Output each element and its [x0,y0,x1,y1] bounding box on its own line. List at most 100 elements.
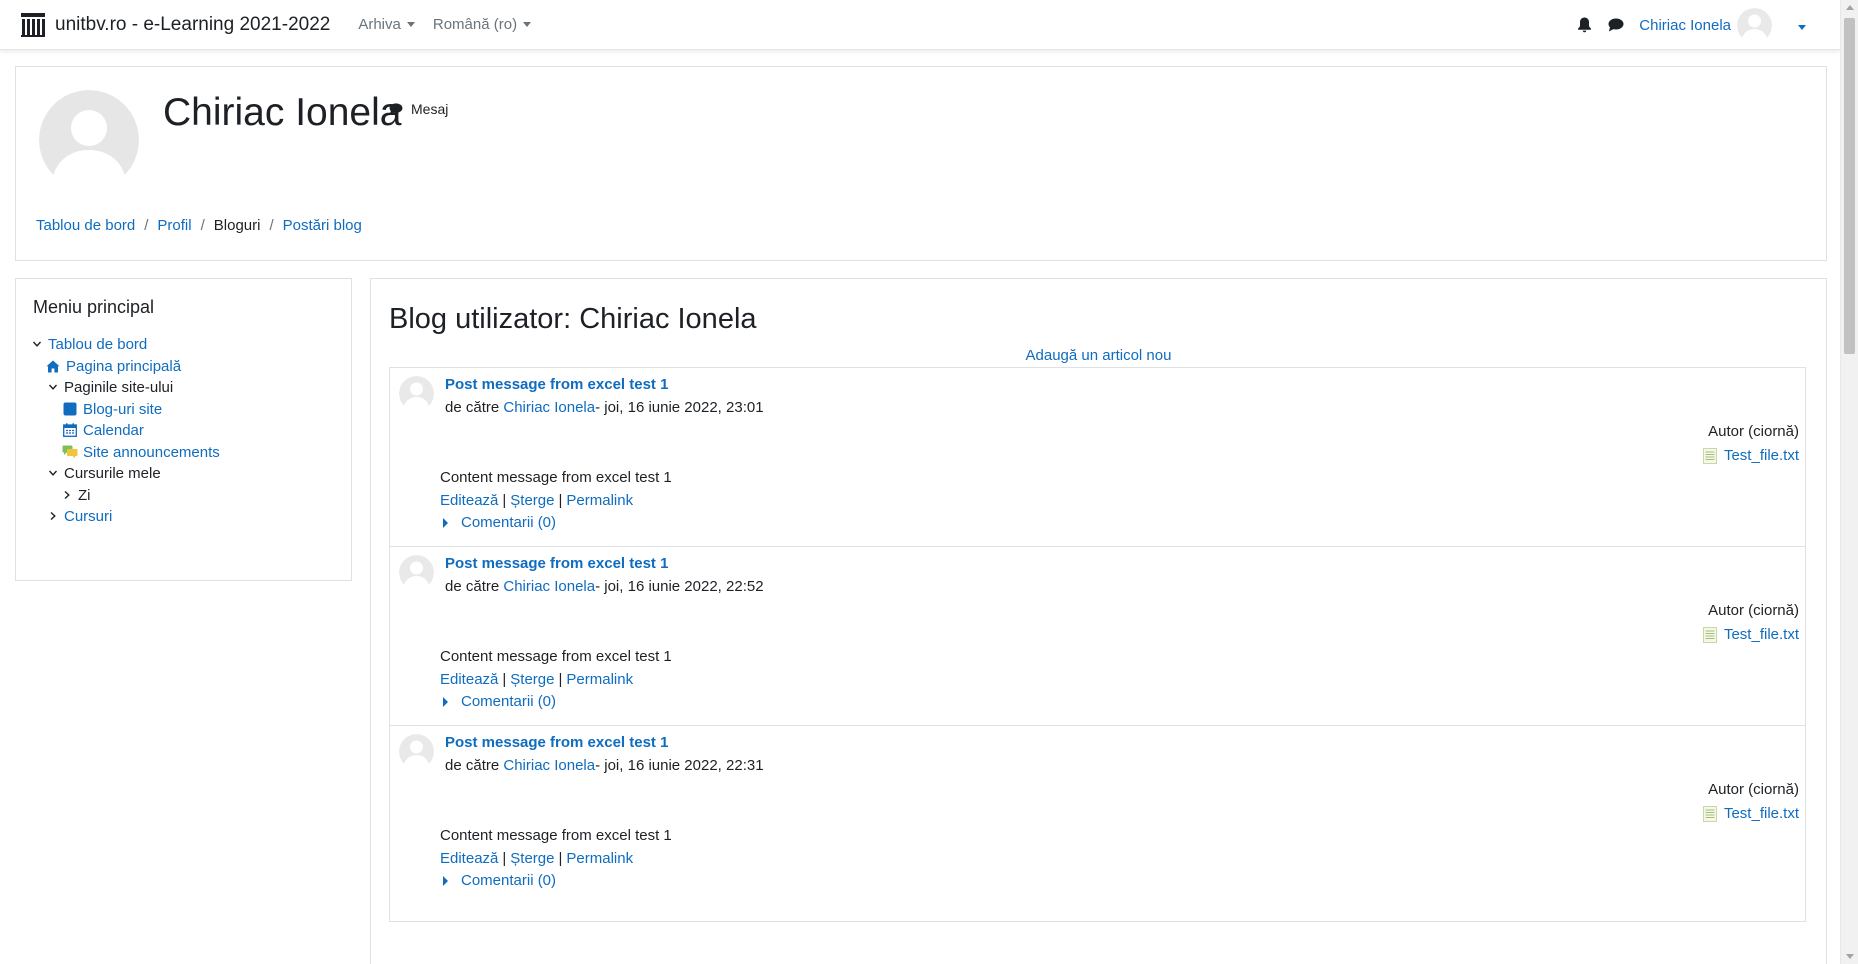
text-file-icon [1702,626,1717,643]
add-new-entry-link[interactable]: Adaugă un articol nou [1026,347,1172,364]
message-button[interactable]: Mesaj [389,101,448,117]
edit-link[interactable]: Editează [440,671,498,688]
site-logo-icon [21,12,45,37]
tree-item-site-blogs[interactable]: Blog-uri site [62,398,162,420]
tree-item-site-pages[interactable]: Paginile site-ului [48,376,173,398]
post-actions: Editează | Șterge | Permalink [440,850,633,867]
attachment[interactable]: Test_file.txt [1702,805,1799,822]
archive-dropdown[interactable]: Arhiva [358,16,415,33]
post-date: - joi, 16 iunie 2022, 23:01 [595,399,764,416]
post-actions: Editează | Șterge | Permalink [440,492,633,509]
delete-link[interactable]: Șterge [510,492,554,509]
separator: | [502,492,507,509]
site-name: unitbv.ro - e-Learning 2021-2022 [55,13,331,35]
post-byline: de către Chiriac Ionela- joi, 16 iunie 2… [445,399,764,416]
edit-link[interactable]: Editează [440,850,498,867]
post-status: Autor (ciornă) [1708,423,1799,440]
comments-toggle[interactable]: Comentarii (0) [443,514,556,531]
post-title-link[interactable]: Post message from excel test 1 [445,376,668,393]
scrollbar-thumb[interactable] [1844,18,1855,354]
tree-item-my-courses[interactable]: Cursurile mele [48,462,161,484]
caret-right-icon [443,875,448,886]
user-menu-name[interactable]: Chiriac Ionela [1639,17,1731,34]
post-status: Autor (ciornă) [1708,602,1799,619]
home-icon [45,358,61,374]
tree-item-label: Paginile site-ului [64,378,174,396]
scroll-down-icon[interactable] [1846,954,1854,959]
byline-prefix: de către [445,578,504,595]
brand-link[interactable]: unitbv.ro - e-Learning 2021-2022 [21,12,331,37]
breadcrumb-profile[interactable]: Profil [157,217,191,234]
blog-icon [62,401,78,417]
breadcrumb-separator: / [144,217,149,234]
delete-link[interactable]: Șterge [510,671,554,688]
calendar-icon [62,422,78,438]
chevron-down-icon[interactable] [48,382,58,392]
attachment-link: Test_file.txt [1723,447,1799,464]
comments-toggle[interactable]: Comentarii (0) [443,872,556,889]
separator: | [502,671,507,688]
permalink-link[interactable]: Permalink [566,850,633,867]
comments-toggle[interactable]: Comentarii (0) [443,693,556,710]
post-title-link[interactable]: Post message from excel test 1 [445,555,668,572]
post-byline: de către Chiriac Ionela- joi, 16 iunie 2… [445,578,764,595]
profile-name: Chiriac Ionela [163,91,402,134]
main-content: Blog utilizator: Chiriac Ionela Adaugă u… [370,278,1827,964]
page-scrollbar[interactable] [1840,0,1858,964]
chat-icon[interactable] [1607,16,1625,34]
tree-item-home[interactable]: Pagina principală [45,355,181,377]
tree-item-site-announcements[interactable]: Site announcements [62,441,220,463]
permalink-link[interactable]: Permalink [566,671,633,688]
bell-icon[interactable] [1575,16,1593,34]
tree-item-calendar[interactable]: Calendar [62,419,144,441]
tree-item-dashboard[interactable]: Tablou de bord [32,333,147,355]
separator: | [558,850,563,867]
forum-icon [62,444,78,460]
language-dropdown[interactable]: Română (ro) [432,16,532,33]
breadcrumb-dashboard[interactable]: Tablou de bord [36,217,135,234]
archive-dropdown-label: Arhiva [358,16,401,33]
text-file-icon [1702,447,1717,464]
scroll-up-icon[interactable] [1846,5,1854,10]
author-avatar[interactable] [399,555,434,590]
post-author-link[interactable]: Chiriac Ionela [503,578,595,595]
separator: | [558,671,563,688]
user-menu-toggle[interactable] [1792,17,1806,34]
tree-item-label: Zi [78,486,91,504]
byline-prefix: de către [445,399,504,416]
post-author-link[interactable]: Chiriac Ionela [503,757,595,774]
author-avatar[interactable] [399,376,434,411]
chevron-down-icon[interactable] [48,468,58,478]
text-file-icon [1702,805,1717,822]
attachment[interactable]: Test_file.txt [1702,447,1799,464]
chevron-right-icon[interactable] [62,490,72,500]
post-content: Content message from excel test 1 [440,469,672,486]
breadcrumb-separator: / [200,217,205,234]
blog-post: Post message from excel test 1 de către … [389,725,1806,922]
author-avatar[interactable] [399,734,434,769]
top-navbar: unitbv.ro - e-Learning 2021-2022 Arhiva … [0,0,1840,50]
tree-item-zi[interactable]: Zi [62,484,91,506]
edit-link[interactable]: Editează [440,492,498,509]
chevron-right-icon[interactable] [48,511,58,521]
permalink-link[interactable]: Permalink [566,492,633,509]
comments-label: Comentarii (0) [461,514,557,531]
tree-item-label: Site announcements [83,443,220,461]
chevron-down-icon[interactable] [32,339,42,349]
tree-item-courses[interactable]: Cursuri [48,505,112,527]
attachment[interactable]: Test_file.txt [1702,626,1799,643]
delete-link[interactable]: Șterge [510,850,554,867]
separator: | [502,850,507,867]
post-title-link[interactable]: Post message from excel test 1 [445,734,668,751]
language-dropdown-label: Română (ro) [432,16,518,33]
main-menu-block: Meniu principal Tablou de bord Pagina pr… [15,278,352,581]
breadcrumb-blogs: Bloguri [213,217,261,234]
attachment-link: Test_file.txt [1723,626,1799,643]
post-status: Autor (ciornă) [1708,781,1799,798]
caret-right-icon [443,696,448,707]
message-button-label: Mesaj [411,101,449,117]
tree-item-label: Pagina principală [66,357,182,375]
user-avatar[interactable] [1737,7,1772,43]
breadcrumb-blog-posts[interactable]: Postări blog [283,217,362,234]
post-author-link[interactable]: Chiriac Ionela [503,399,595,416]
